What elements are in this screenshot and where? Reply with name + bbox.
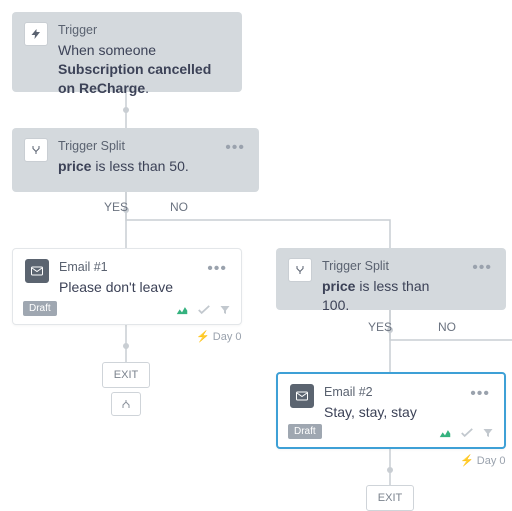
split2-cond: price is less than 100. bbox=[322, 277, 460, 315]
flow-canvas: Trigger When someone Subscription cancel… bbox=[0, 0, 512, 508]
split-icon bbox=[24, 138, 48, 162]
more-icon[interactable]: ••• bbox=[470, 258, 494, 278]
mail-icon bbox=[290, 384, 314, 408]
add-branch-button[interactable] bbox=[111, 392, 141, 416]
mail-icon bbox=[25, 259, 49, 283]
analytics-icon[interactable] bbox=[175, 304, 189, 316]
check-icon[interactable] bbox=[460, 427, 474, 439]
trigger-card[interactable]: Trigger When someone Subscription cancel… bbox=[12, 12, 242, 92]
split2-title: Trigger Split bbox=[322, 258, 460, 275]
timing-email1: ⚡ Day 0 bbox=[196, 330, 242, 343]
email-card-1[interactable]: Email #1 Please don't leave ••• Draft bbox=[12, 248, 242, 325]
email1-subject: Please don't leave bbox=[59, 278, 195, 297]
status-badge: Draft bbox=[288, 424, 322, 439]
timing-email2: ⚡ Day 0 bbox=[460, 454, 506, 467]
email2-subject: Stay, stay, stay bbox=[324, 403, 458, 422]
exit-button-1[interactable]: EXIT bbox=[102, 362, 150, 388]
email1-title: Email #1 bbox=[59, 259, 195, 276]
split1-cond: price is less than 50. bbox=[58, 157, 213, 176]
check-icon[interactable] bbox=[197, 304, 211, 316]
branch-yes-1: YES bbox=[104, 200, 128, 214]
more-icon[interactable]: ••• bbox=[223, 138, 247, 158]
more-icon[interactable]: ••• bbox=[468, 384, 492, 404]
email-card-2[interactable]: Email #2 Stay, stay, stay ••• Draft bbox=[276, 372, 506, 449]
email2-title: Email #2 bbox=[324, 384, 458, 401]
split-icon bbox=[288, 258, 312, 282]
trigger-sub: When someone Subscription cancelled on R… bbox=[58, 41, 230, 98]
exit-button-2[interactable]: EXIT bbox=[366, 485, 414, 511]
card-action-icons bbox=[175, 304, 231, 316]
status-badge: Draft bbox=[23, 301, 57, 316]
branch-no-1: NO bbox=[170, 200, 188, 214]
branch-yes-2: YES bbox=[368, 320, 392, 334]
filter-icon[interactable] bbox=[482, 427, 494, 439]
filter-icon[interactable] bbox=[219, 304, 231, 316]
trigger-split-2[interactable]: Trigger Split price is less than 100. ••… bbox=[276, 248, 506, 310]
trigger-title: Trigger bbox=[58, 22, 230, 39]
split1-title: Trigger Split bbox=[58, 138, 213, 155]
bolt-icon bbox=[24, 22, 48, 46]
analytics-icon[interactable] bbox=[438, 427, 452, 439]
branch-no-2: NO bbox=[438, 320, 456, 334]
trigger-split-1[interactable]: Trigger Split price is less than 50. ••• bbox=[12, 128, 259, 192]
card-action-icons bbox=[438, 427, 494, 439]
more-icon[interactable]: ••• bbox=[205, 259, 229, 279]
